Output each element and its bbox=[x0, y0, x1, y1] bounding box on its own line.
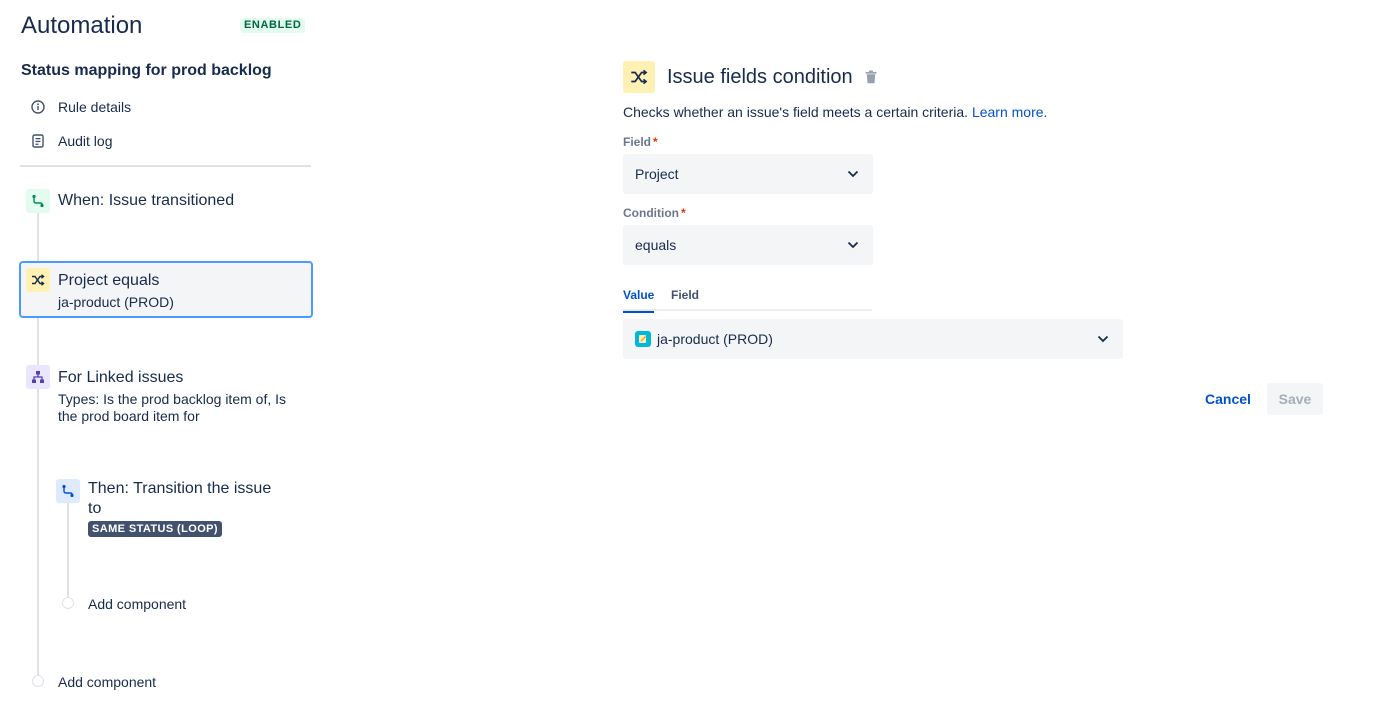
required-marker: * bbox=[680, 206, 686, 220]
rule-details-link[interactable]: Rule details bbox=[30, 97, 131, 117]
action-title-line1[interactable]: Then: Transition the issue bbox=[88, 479, 271, 499]
add-dot-icon bbox=[32, 675, 44, 687]
value-select[interactable]: ja-product (PROD) bbox=[623, 319, 1123, 359]
chevron-down-icon bbox=[1095, 331, 1111, 347]
add-dot-icon bbox=[62, 597, 74, 609]
value-tabs: Value Field bbox=[623, 286, 872, 313]
page-title: Automation bbox=[21, 12, 143, 39]
required-marker: * bbox=[653, 135, 658, 149]
nav-divider bbox=[20, 165, 311, 167]
info-icon bbox=[30, 99, 46, 115]
rule-name: Status mapping for prod backlog bbox=[21, 62, 272, 79]
trash-icon[interactable] bbox=[864, 69, 878, 85]
chevron-down-icon bbox=[845, 237, 861, 253]
condition-select[interactable]: equals bbox=[623, 225, 873, 265]
tab-value[interactable]: Value bbox=[623, 288, 655, 313]
cancel-button[interactable]: Cancel bbox=[1196, 383, 1260, 415]
branch-subtitle-line2: the prod board item for bbox=[58, 408, 200, 424]
branch-title[interactable]: For Linked issues bbox=[58, 368, 183, 388]
document-icon bbox=[30, 133, 46, 149]
trigger-title[interactable]: When: Issue transitioned bbox=[58, 191, 234, 211]
field-select-value: Project bbox=[635, 166, 679, 182]
chevron-down-icon bbox=[845, 166, 861, 182]
condition-subtitle: ja-product (PROD) bbox=[58, 294, 174, 310]
shuffle-icon bbox=[623, 61, 655, 93]
panel-title: Issue fields condition bbox=[667, 66, 853, 88]
status-badge: ENABLED bbox=[240, 18, 306, 33]
value-select-value: ja-product (PROD) bbox=[657, 331, 773, 347]
panel-description: Checks whether an issue's field meets a … bbox=[623, 104, 1047, 120]
tab-field[interactable]: Field bbox=[671, 288, 699, 310]
field-label-text: Field bbox=[623, 135, 652, 149]
field-label: Field * bbox=[623, 135, 658, 149]
loop-badge: SAME STATUS (LOOP) bbox=[88, 521, 222, 537]
audit-log-link[interactable]: Audit log bbox=[30, 131, 112, 151]
learn-more-link[interactable]: Learn more. bbox=[972, 104, 1047, 120]
add-component-inner[interactable]: Add component bbox=[88, 596, 186, 612]
shuffle-icon bbox=[26, 268, 50, 292]
transition-icon bbox=[56, 479, 80, 503]
hierarchy-icon bbox=[26, 365, 50, 389]
condition-title: Project equals bbox=[58, 272, 160, 289]
save-button[interactable]: Save bbox=[1267, 383, 1323, 415]
action-title-line2: to bbox=[88, 500, 102, 517]
branch-subtitle-line1: Types: Is the prod backlog item of, Is bbox=[58, 391, 286, 407]
condition-label-text: Condition bbox=[623, 206, 679, 220]
transition-icon bbox=[26, 189, 50, 213]
condition-label: Condition * bbox=[623, 206, 686, 220]
add-component-outer[interactable]: Add component bbox=[58, 674, 156, 690]
description-text: Checks whether an issue's field meets a … bbox=[623, 104, 969, 120]
rule-details-label: Rule details bbox=[58, 99, 132, 115]
field-select[interactable]: Project bbox=[623, 154, 873, 194]
condition-select-value: equals bbox=[635, 237, 677, 253]
audit-log-label: Audit log bbox=[58, 133, 113, 149]
project-avatar-icon bbox=[635, 331, 651, 347]
flow-connector-inner bbox=[67, 500, 69, 603]
